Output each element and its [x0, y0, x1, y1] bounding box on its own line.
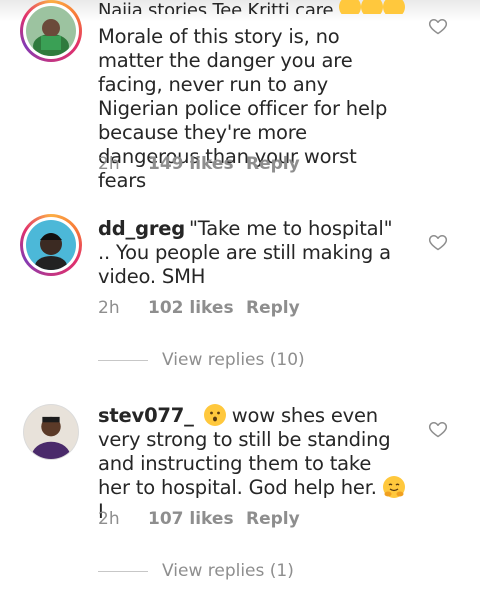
comment-meta: 2h 149 likes Reply — [98, 154, 300, 174]
timestamp: 2h — [98, 154, 120, 174]
timestamp: 2h — [98, 509, 120, 529]
comment-meta: 2h 102 likes Reply — [98, 298, 300, 318]
likes-count[interactable]: 149 likes — [148, 154, 246, 174]
hushed-face-emoji — [203, 404, 226, 426]
avatar-image — [26, 220, 76, 270]
smiling-face-emoji — [361, 0, 384, 14]
divider-line — [98, 570, 148, 572]
heart-outline-icon[interactable] — [428, 232, 448, 252]
reply-button[interactable]: Reply — [246, 154, 300, 174]
hugging-face-emoji — [382, 476, 405, 498]
avatar-image — [26, 6, 76, 56]
likes-count[interactable]: 107 likes — [148, 509, 246, 529]
view-replies-button[interactable]: View replies (1) — [98, 561, 294, 581]
cut-line: Naija stories Tee Kritti care — [98, 0, 334, 14]
timestamp: 2h — [98, 298, 120, 318]
heart-outline-icon[interactable] — [428, 16, 448, 36]
smiling-face-emoji — [383, 0, 406, 14]
avatar[interactable] — [23, 404, 79, 460]
reply-button[interactable]: Reply — [246, 298, 300, 318]
username[interactable]: stev077_ — [98, 404, 194, 427]
comment-text: dd_greg "Take me to hospital" .. You peop… — [98, 217, 408, 289]
heart-outline-icon[interactable] — [428, 419, 448, 439]
likes-count[interactable]: 102 likes — [148, 298, 246, 318]
view-replies-button[interactable]: View replies (10) — [98, 350, 305, 370]
comment-text: Naija stories Tee Kritti care — [98, 0, 408, 14]
avatar[interactable] — [20, 0, 82, 62]
avatar-image — [24, 405, 78, 459]
smiling-face-emoji — [339, 0, 362, 14]
view-replies-label: View replies (10) — [162, 350, 305, 370]
comment-meta: 2h 107 likes Reply — [98, 509, 300, 529]
username[interactable]: dd_greg — [98, 217, 185, 240]
avatar[interactable] — [20, 214, 82, 276]
comment-text: stev077_ wow shes even very strong to st… — [98, 404, 408, 524]
reply-button[interactable]: Reply — [246, 509, 300, 529]
divider-line — [98, 359, 148, 361]
view-replies-label: View replies (1) — [162, 561, 294, 581]
